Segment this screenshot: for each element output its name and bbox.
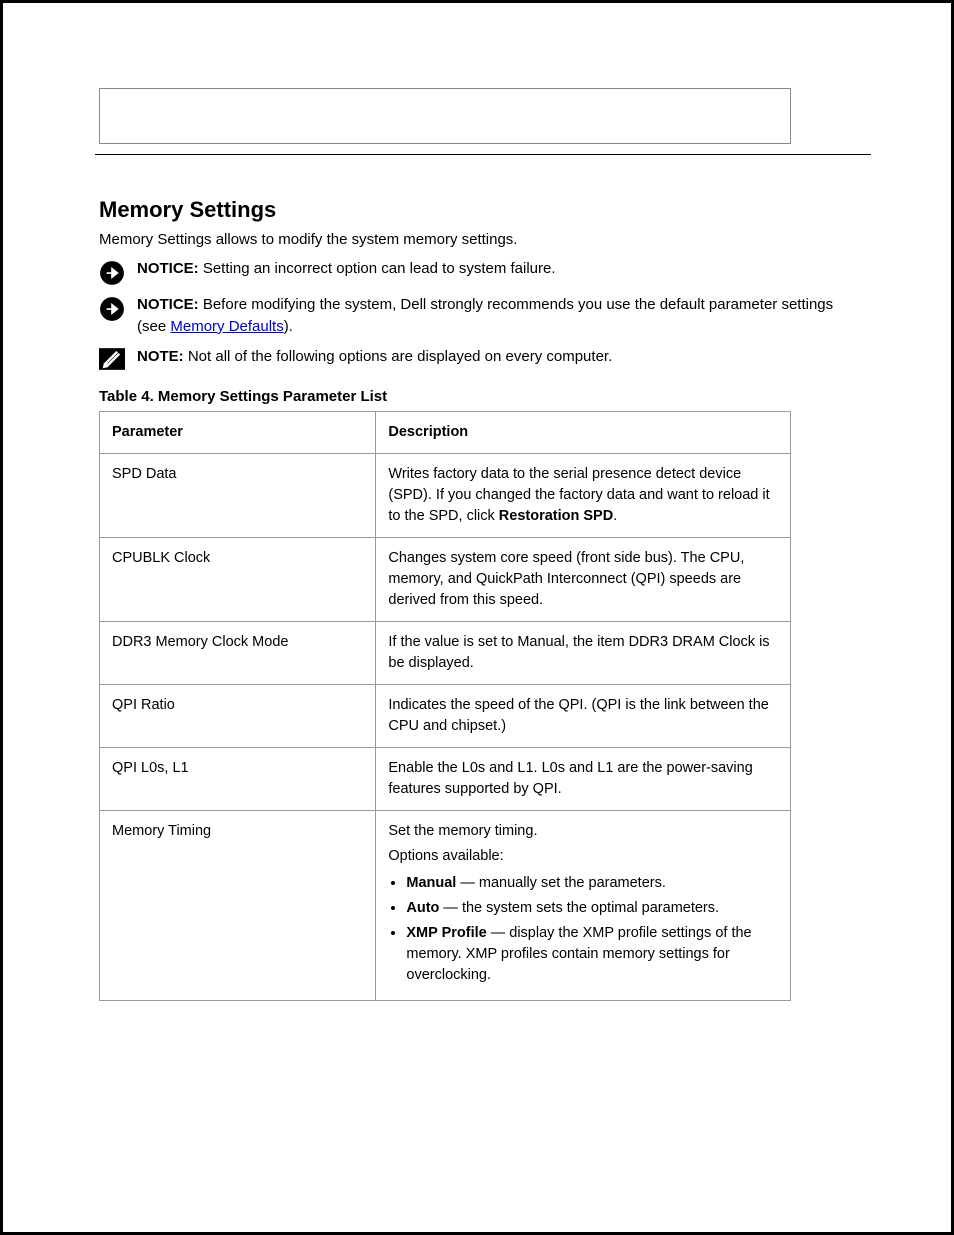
arrow-circle-icon <box>99 260 125 286</box>
section-title: Memory Settings <box>99 197 861 223</box>
note-label: NOTE: <box>137 348 184 365</box>
memory-defaults-link[interactable]: Memory Defaults <box>170 318 283 335</box>
param-cell: DDR3 Memory Clock Mode <box>100 621 376 684</box>
desc-cell: Set the memory timing. Options available… <box>376 810 791 1000</box>
table-row: CPUBLK Clock Changes system core speed (… <box>100 537 791 621</box>
desc-cell: Writes factory data to the serial presen… <box>376 453 791 537</box>
horizontal-rule <box>95 154 871 155</box>
arrow-circle-icon <box>99 296 125 322</box>
param-cell: QPI Ratio <box>100 684 376 747</box>
param-cell: QPI L0s, L1 <box>100 747 376 810</box>
options-list: Manual — manually set the parameters. Au… <box>388 873 778 986</box>
notice-1-text: NOTICE: Setting an incorrect option can … <box>137 258 861 280</box>
desc-cell: Changes system core speed (front side bu… <box>376 537 791 621</box>
pencil-note-icon <box>99 348 125 370</box>
note-text: NOTE: Not all of the following options a… <box>137 346 861 368</box>
table-row: SPD Data Writes factory data to the seri… <box>100 453 791 537</box>
table-row: Memory Timing Set the memory timing. Opt… <box>100 810 791 1000</box>
table-caption: Table 4. Memory Settings Parameter List <box>99 388 861 405</box>
desc-cell: If the value is set to Manual, the item … <box>376 621 791 684</box>
notice-2-text: NOTICE: Before modifying the system, Del… <box>137 294 861 338</box>
list-item: XMP Profile — display the XMP profile se… <box>406 923 778 986</box>
intro-text: Memory Settings allows to modify the sys… <box>99 231 861 248</box>
parameter-table: Parameter Description SPD Data Writes fa… <box>99 411 791 1001</box>
th-parameter: Parameter <box>100 411 376 453</box>
table-row: DDR3 Memory Clock Mode If the value is s… <box>100 621 791 684</box>
note: NOTE: Not all of the following options a… <box>99 346 861 370</box>
th-description: Description <box>376 411 791 453</box>
notice-1: NOTICE: Setting an incorrect option can … <box>99 258 861 286</box>
desc-cell: Indicates the speed of the QPI. (QPI is … <box>376 684 791 747</box>
desc-cell: Enable the L0s and L1. L0s and L1 are th… <box>376 747 791 810</box>
note-body: Not all of the following options are dis… <box>184 348 613 365</box>
table-row: QPI L0s, L1 Enable the L0s and L1. L0s a… <box>100 747 791 810</box>
param-cell: Memory Timing <box>100 810 376 1000</box>
notice-2-after: ). <box>284 318 293 335</box>
notice-1-body: Setting an incorrect option can lead to … <box>199 260 556 277</box>
top-placeholder-box <box>99 88 791 144</box>
table-header-row: Parameter Description <box>100 411 791 453</box>
notice-1-label: NOTICE: <box>137 260 199 277</box>
list-item: Manual — manually set the parameters. <box>406 873 778 894</box>
param-cell: CPUBLK Clock <box>100 537 376 621</box>
table-row: QPI Ratio Indicates the speed of the QPI… <box>100 684 791 747</box>
notice-2-label: NOTICE: <box>137 296 199 313</box>
param-cell: SPD Data <box>100 453 376 537</box>
notice-2: NOTICE: Before modifying the system, Del… <box>99 294 861 338</box>
list-item: Auto — the system sets the optimal param… <box>406 898 778 919</box>
